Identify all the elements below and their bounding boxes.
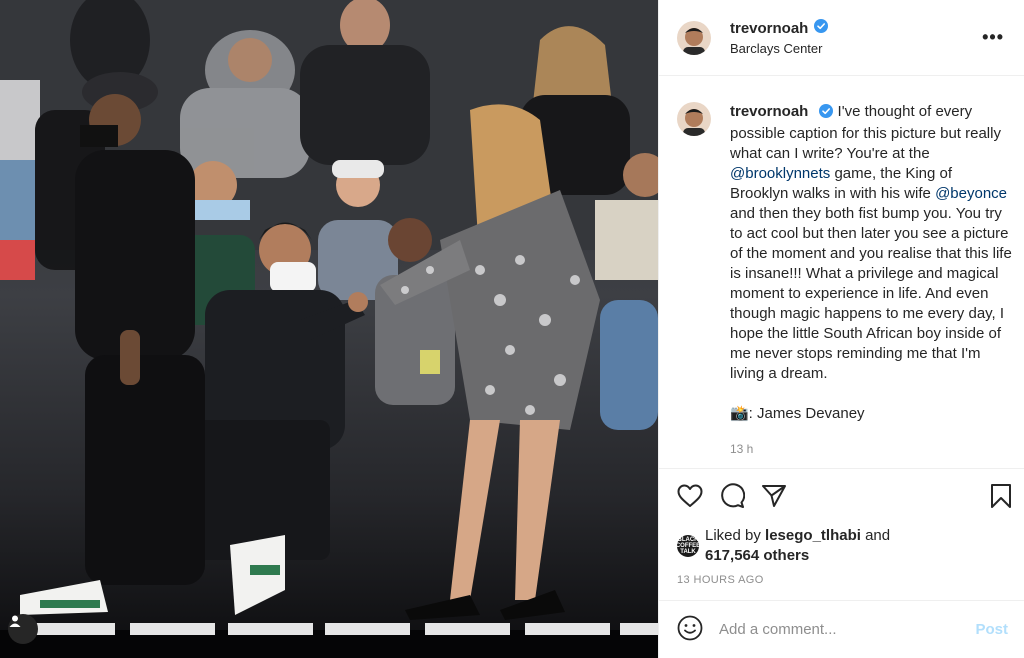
save-button[interactable] [990, 483, 1012, 512]
verified-badge-icon [818, 104, 833, 124]
post-side-panel: trevornoah Barclays Center ••• trevornoa… [658, 0, 1024, 658]
author-username-link[interactable]: trevornoah [730, 19, 829, 37]
likes-summary: BLACK COFFEE TALK Liked by lesego_tlhabi… [659, 526, 1024, 566]
liker-username-link[interactable]: lesego_tlhabi [765, 527, 861, 544]
photo-credit: 📸: James Devaney [730, 405, 865, 422]
add-comment-form: Post [659, 600, 1024, 658]
post-header: trevornoah Barclays Center ••• [659, 0, 1024, 76]
mention-brooklynnets-link[interactable]: @brooklynnets [730, 165, 830, 182]
paper-plane-icon [761, 484, 787, 511]
caption-row: trevornoah I've thought of every possibl… [677, 102, 1012, 459]
caption-text: trevornoah I've thought of every possibl… [730, 102, 1012, 459]
action-bar [659, 468, 1024, 526]
verified-badge-icon [814, 19, 829, 37]
author-avatar[interactable] [677, 20, 711, 55]
caption-author-avatar[interactable] [677, 102, 711, 136]
likes-prefix: Liked by [705, 527, 766, 544]
like-button[interactable] [677, 484, 703, 511]
caption-part-3: and then they both fist bump you. You tr… [730, 205, 1012, 382]
comment-input[interactable] [719, 621, 976, 638]
comment-bubble-icon [719, 483, 746, 512]
heart-icon [677, 484, 703, 511]
comments-section: trevornoah I've thought of every possibl… [659, 76, 1024, 468]
photo-illustration [0, 0, 658, 658]
likes-others-link[interactable]: 617,564 others [705, 547, 809, 564]
likes-middle: and [860, 527, 891, 544]
comment-button[interactable] [719, 483, 746, 512]
mention-beyonce-link[interactable]: @beyonce [935, 185, 1007, 202]
bookmark-icon [990, 483, 1012, 512]
liker-avatar[interactable]: BLACK COFFEE TALK [676, 535, 700, 557]
caption-username[interactable]: trevornoah [730, 103, 808, 120]
instagram-post: trevornoah Barclays Center ••• trevornoa… [0, 0, 1024, 658]
caption-relative-time[interactable]: 13 h [730, 439, 1012, 459]
author-username: trevornoah [730, 19, 809, 37]
post-location-link[interactable]: Barclays Center [730, 41, 978, 56]
smiley-icon [677, 615, 703, 644]
share-button[interactable] [761, 484, 787, 511]
user-tag-button[interactable] [8, 614, 38, 644]
emoji-button[interactable] [677, 615, 703, 644]
more-options-button[interactable]: ••• [978, 23, 1008, 52]
post-timestamp[interactable]: 13 HOURS AGO [659, 566, 1024, 600]
post-comment-button[interactable]: Post [975, 621, 1008, 638]
post-photo[interactable] [0, 0, 658, 658]
